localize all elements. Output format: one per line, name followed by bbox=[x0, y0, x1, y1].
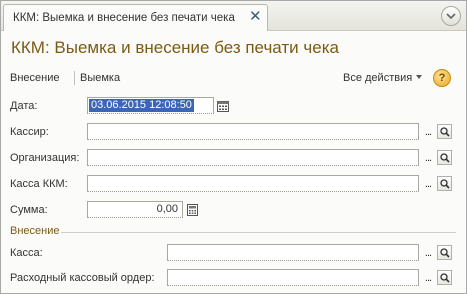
cashier-open-button[interactable] bbox=[437, 124, 452, 139]
expense-order-label: Расходный кассовый ордер: bbox=[10, 272, 155, 284]
calendar-button[interactable] bbox=[216, 98, 230, 113]
magnifier-icon bbox=[439, 152, 450, 163]
window-menu-button[interactable] bbox=[441, 6, 461, 26]
cash-desk-input[interactable] bbox=[168, 245, 418, 260]
cash-desk-select-button[interactable]: ... bbox=[421, 245, 435, 260]
kkm-register-input[interactable] bbox=[88, 176, 418, 191]
chevron-down-icon bbox=[446, 12, 456, 19]
expense-order-field[interactable] bbox=[167, 269, 419, 286]
date-field[interactable]: 03.06.2015 12:08:50 bbox=[87, 97, 214, 114]
cash-desk-open-button[interactable] bbox=[437, 245, 452, 260]
expense-order-open-button[interactable] bbox=[437, 270, 452, 285]
expense-order-input[interactable] bbox=[168, 270, 418, 285]
cash-desk-field[interactable] bbox=[167, 244, 419, 261]
cashier-label: Кассир: bbox=[10, 126, 49, 138]
cashier-input[interactable] bbox=[88, 124, 418, 139]
amount-field[interactable]: 0,00 bbox=[87, 201, 183, 218]
section-divider bbox=[61, 232, 456, 233]
document-window: ККМ: Выемка и внесение без печати чека ✕… bbox=[0, 0, 467, 294]
amount-value: 0,00 bbox=[156, 203, 178, 215]
organization-label: Организация: bbox=[10, 152, 80, 164]
help-icon: ? bbox=[438, 72, 446, 84]
all-actions-menu[interactable]: Все действия bbox=[343, 72, 423, 84]
magnifier-icon bbox=[439, 178, 450, 189]
cashier-field[interactable] bbox=[87, 123, 419, 140]
command-bar: Внесение Выемка Все действия ? bbox=[1, 67, 466, 89]
help-button[interactable]: ? bbox=[433, 69, 451, 87]
organization-select-button[interactable]: ... bbox=[421, 150, 435, 165]
cashier-select-button[interactable]: ... bbox=[421, 124, 435, 139]
kkm-register-open-button[interactable] bbox=[437, 176, 452, 191]
amount-label: Сумма: bbox=[10, 204, 48, 216]
calendar-icon bbox=[217, 100, 229, 112]
tab-document[interactable]: ККМ: Выемка и внесение без печати чека ✕ bbox=[3, 4, 268, 31]
kkm-register-field[interactable] bbox=[87, 175, 419, 192]
ellipsis-icon: ... bbox=[424, 246, 432, 259]
caret-down-icon bbox=[416, 75, 423, 79]
magnifier-icon bbox=[439, 272, 450, 283]
withdrawal-button[interactable]: Выемка bbox=[80, 72, 120, 84]
kkm-register-label: Касса ККМ: bbox=[10, 178, 68, 190]
calculator-button[interactable] bbox=[185, 202, 199, 217]
date-label: Дата: bbox=[10, 100, 38, 112]
ellipsis-icon: ... bbox=[424, 125, 432, 138]
deposit-section-title: Внесение bbox=[10, 225, 60, 237]
deposit-button[interactable]: Внесение bbox=[10, 72, 59, 84]
cash-desk-label: Касса: bbox=[10, 247, 43, 259]
organization-field[interactable] bbox=[87, 149, 419, 166]
expense-order-select-button[interactable]: ... bbox=[421, 270, 435, 285]
kkm-register-select-button[interactable]: ... bbox=[421, 176, 435, 191]
calculator-icon bbox=[186, 203, 198, 216]
organization-input[interactable] bbox=[88, 150, 418, 165]
magnifier-icon bbox=[439, 247, 450, 258]
date-value: 03.06.2015 12:08:50 bbox=[89, 99, 194, 112]
all-actions-label: Все действия bbox=[343, 72, 413, 84]
close-icon[interactable]: ✕ bbox=[249, 8, 262, 26]
tab-bar: ККМ: Выемка и внесение без печати чека ✕ bbox=[1, 1, 466, 31]
ellipsis-icon: ... bbox=[424, 271, 432, 284]
page-title: ККМ: Выемка и внесение без печати чека bbox=[11, 38, 339, 57]
magnifier-icon bbox=[439, 126, 450, 137]
ellipsis-icon: ... bbox=[424, 177, 432, 190]
tab-title: ККМ: Выемка и внесение без печати чека bbox=[13, 12, 235, 24]
command-separator bbox=[74, 71, 75, 85]
ellipsis-icon: ... bbox=[424, 151, 432, 164]
organization-open-button[interactable] bbox=[437, 150, 452, 165]
